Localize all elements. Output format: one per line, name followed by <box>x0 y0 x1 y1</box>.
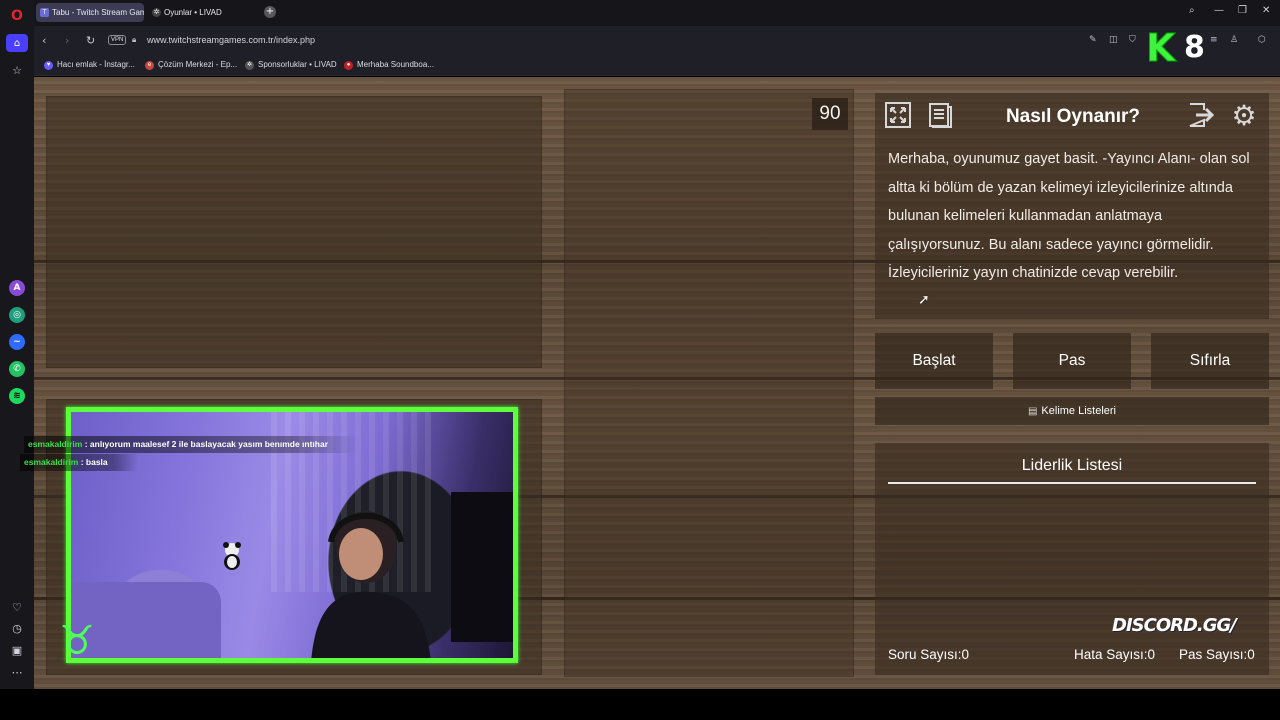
epic-icon: e <box>145 61 154 70</box>
reload-icon[interactable]: ↻ <box>86 34 95 47</box>
leaderboard-panel: Liderlik Listesi Soru Sayısı:0 Hata Sayı… <box>875 443 1269 675</box>
home-icon[interactable]: ⌂ <box>6 34 28 52</box>
star-icon[interactable]: ☆ <box>9 62 25 78</box>
document-icon[interactable] <box>925 100 955 130</box>
bookmark-haci-emlak[interactable]: ♥ Hacı emlak - İnstagr... <box>44 60 135 70</box>
fullscreen-icon[interactable] <box>883 100 913 130</box>
discord-overlay: DISCORD.GG/ <box>1112 615 1237 636</box>
word-lists-button[interactable]: ▤ Kelime Listeleri <box>875 397 1269 425</box>
vpn-badge[interactable]: VPN <box>108 35 127 45</box>
menu-icon[interactable]: ≡ <box>1210 35 1218 45</box>
bookmark-label: Hacı emlak - İnstagr... <box>57 60 135 69</box>
pass-button[interactable]: Pas <box>1013 333 1131 389</box>
error-count-value: 0 <box>1147 647 1156 662</box>
heart-icon[interactable]: ♡ <box>9 599 25 615</box>
leaderboard-divider <box>888 482 1256 484</box>
question-count-label: Soru Sayısı: <box>888 647 962 662</box>
aria-icon[interactable]: A <box>9 280 25 296</box>
exit-icon[interactable] <box>1187 100 1217 130</box>
back-icon[interactable]: ‹ <box>42 34 46 47</box>
forward-icon[interactable]: › <box>65 34 69 47</box>
k8-stream-overlay: K 8 <box>1145 26 1210 70</box>
reset-button[interactable]: Sıfırla <box>1151 333 1269 389</box>
how-to-play-title: Nasıl Oynanır? <box>1005 106 1141 127</box>
minimize-icon[interactable]: — <box>1214 5 1224 16</box>
question-count: Soru Sayısı:0 <box>888 647 969 662</box>
chat-username: esmakaldirim <box>28 439 83 449</box>
livad-icon: ✲ <box>245 61 254 70</box>
bookmark-label: Merhaba Soundboa... <box>357 60 434 69</box>
lock-icon[interactable]: 🔒︎ <box>132 35 136 45</box>
panda-toy-icon <box>223 542 241 570</box>
bookmarks-bar: ♥ Hacı emlak - İnstagr... e Çözüm Merkez… <box>34 56 1280 76</box>
error-count: Hata Sayısı:0 <box>1074 647 1155 662</box>
url-field[interactable]: www.twitchstreamgames.com.tr/index.php <box>147 35 315 45</box>
gear-icon[interactable]: ⚙ <box>1229 99 1259 132</box>
camera-icon[interactable]: ◫ <box>1109 35 1118 45</box>
question-count-value: 0 <box>961 647 970 662</box>
pass-count: Pas Sayısı:0 <box>1179 647 1255 662</box>
shield-icon[interactable]: ⛉ <box>1129 35 1136 45</box>
how-to-play-text: Merhaba, oyunumuz gayet basit. -Yayıncı … <box>888 151 1250 282</box>
extension-icon[interactable]: ▣ <box>9 642 25 658</box>
tabu-favicon-icon: T <box>40 8 49 17</box>
word-card-area <box>46 96 542 368</box>
chatgpt-icon[interactable]: ◎ <box>9 307 25 323</box>
monitor <box>451 492 513 642</box>
leaderboard-title: Liderlik Listesi <box>1021 457 1123 474</box>
instagram-icon: ♥ <box>44 61 53 70</box>
chat-text: : basla <box>80 457 108 467</box>
tab-label: Oyunlar • LIVAD <box>164 8 222 17</box>
k8-letter: K <box>1145 26 1176 70</box>
bookmark-sponsorluklar[interactable]: ✲ Sponsorluklar • LIVAD <box>245 60 337 70</box>
history-icon[interactable]: ◷ <box>9 620 25 636</box>
streamer-person <box>311 511 431 658</box>
chat-message: esmakaldirim : basla <box>20 454 138 471</box>
more-icon[interactable]: ⋯ <box>9 664 25 680</box>
pass-count-label: Pas Sayısı: <box>1179 647 1248 662</box>
opera-logo-icon[interactable]: O <box>9 8 25 24</box>
bookmark-label: Çözüm Merkezi - Ep... <box>158 60 238 69</box>
word-lists-label: Kelime Listeleri <box>1041 405 1117 417</box>
error-count-label: Hata Sayısı: <box>1074 647 1148 662</box>
new-tab-button[interactable]: + <box>264 6 276 18</box>
messenger-icon[interactable]: ~ <box>9 334 25 350</box>
soundboard-icon: ● <box>344 61 353 70</box>
cube-icon[interactable]: ⬡ <box>1258 35 1266 45</box>
edit-icon[interactable]: ✎ <box>1089 35 1097 45</box>
address-bar: ‹ › ↻ VPN 🔒︎ www.twitchstreamgames.com.t… <box>34 26 1280 56</box>
pass-count-value: 0 <box>1247 647 1255 662</box>
tab-bar: T Tabu - Twitch Stream Gam ✲ Oyunlar • L… <box>0 0 1280 26</box>
k8-number: 8 <box>1184 30 1205 65</box>
profile-icon[interactable]: ♙ <box>1230 35 1238 45</box>
screen-bottom-bar <box>0 689 1280 720</box>
list-icon: ▤ <box>1027 406 1038 417</box>
how-to-play-panel: Nasıl Oynanır? ⚙ Merhaba, oyunumuz gayet… <box>875 93 1269 319</box>
browser-sidebar: O ⌂ ☆ A ◎ ~ ✆ ≋ ♡ ◷ ▣ ⋯ <box>0 0 34 690</box>
tab-livad[interactable]: ✲ Oyunlar • LIVAD <box>148 3 256 22</box>
livad-favicon-icon: ✲ <box>152 8 161 17</box>
tab-tabu[interactable]: T Tabu - Twitch Stream Gam <box>36 3 144 22</box>
tab-label: Tabu - Twitch Stream Gam <box>52 8 144 17</box>
mouse-cursor-icon: ➚ <box>918 292 930 308</box>
search-tabs-icon[interactable]: ⌕ <box>1189 5 1195 16</box>
timer: 90 <box>812 98 848 130</box>
close-window-icon[interactable]: ✕ <box>1262 5 1270 16</box>
forbidden-words-area <box>564 89 854 677</box>
start-button[interactable]: Başlat <box>875 333 993 389</box>
chat-message: esmakaldirim : anlıyorum maalesef 2 ile … <box>24 436 359 453</box>
bookmark-label: Sponsorluklar • LIVAD <box>258 60 337 69</box>
chat-username: esmakaldirim <box>24 457 79 467</box>
bull-logo-icon: ♉ <box>59 618 95 664</box>
maximize-icon[interactable]: ❐ <box>1238 5 1247 16</box>
bookmark-cozum-merkezi[interactable]: e Çözüm Merkezi - Ep... <box>145 60 238 70</box>
whatsapp-icon[interactable]: ✆ <box>9 361 25 377</box>
chat-text: : anlıyorum maalesef 2 ile baslayacak ya… <box>84 439 329 449</box>
bookmark-soundboard[interactable]: ● Merhaba Soundboa... <box>344 60 434 70</box>
spotify-icon[interactable]: ≋ <box>9 388 25 404</box>
